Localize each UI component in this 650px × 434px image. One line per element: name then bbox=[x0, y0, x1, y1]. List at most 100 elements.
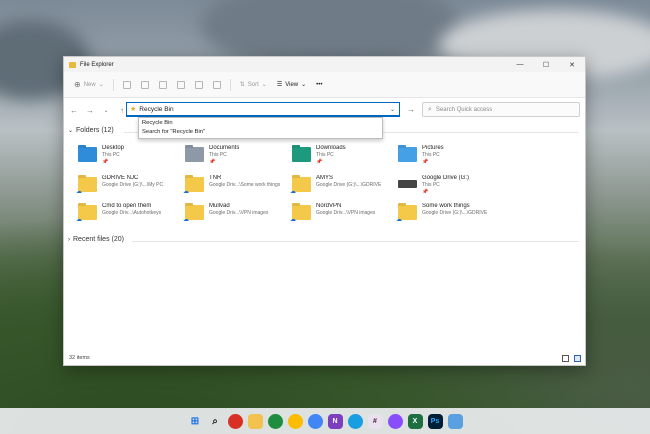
view-button[interactable]: ☰ View ⌄ bbox=[274, 79, 309, 90]
copy-icon bbox=[140, 80, 149, 89]
downloads-folder-icon bbox=[292, 147, 311, 162]
chevron-down-icon: ⌄ bbox=[301, 82, 307, 88]
divider bbox=[112, 78, 114, 91]
rename-icon bbox=[176, 80, 185, 89]
recent-header: Recent files (20) bbox=[73, 236, 124, 243]
folder-item-downloads[interactable]: Downloads This PC 📌 bbox=[292, 145, 397, 169]
recent-locations-icon[interactable]: ⌄ bbox=[101, 107, 111, 114]
item-count: 32 items bbox=[69, 355, 90, 361]
notepad-icon[interactable] bbox=[447, 413, 463, 429]
folder-item-gdrive-njc[interactable]: ☁ GDRIVE NJC Google Drive (G:)\...\My PC bbox=[76, 175, 183, 199]
cloud-folder-icon: ☁ bbox=[396, 205, 417, 223]
desktop-folder-icon bbox=[78, 147, 97, 162]
scissors-icon bbox=[122, 80, 131, 89]
chevron-down-icon[interactable]: ⌄ bbox=[390, 106, 395, 113]
folder-item-desktop[interactable]: Desktop This PC 📌 bbox=[78, 145, 183, 169]
folders-header: Folders (12) bbox=[76, 127, 114, 134]
sort-label: Sort bbox=[247, 81, 259, 88]
new-button[interactable]: ⊕ New ⌄ bbox=[71, 78, 107, 91]
folder-item-tnr[interactable]: ☁ TNR Google Driv...\Some work things bbox=[183, 175, 290, 199]
tiles-view-icon[interactable] bbox=[574, 355, 581, 362]
drive-icon bbox=[398, 180, 417, 188]
folder-item-some-work-things[interactable]: ☁ Some work things Google Drive (G:)\...\… bbox=[396, 203, 503, 227]
documents-folder-icon bbox=[185, 147, 204, 162]
cloud-folder-icon: ☁ bbox=[183, 205, 204, 223]
pictures-folder-icon bbox=[398, 147, 417, 162]
messenger-icon[interactable] bbox=[387, 413, 403, 429]
folder-item-cmd-to-open-them[interactable]: ☁ Cmd to open them Google Driv...\Autohot… bbox=[76, 203, 183, 227]
search-icon[interactable]: ⌕ bbox=[208, 414, 223, 429]
file-explorer-window: File Explorer — ☐ ✕ ⊕ New ⌄ ⇅ Sort ⌄ ☰ V… bbox=[63, 56, 586, 366]
folder-item-pictures[interactable]: Pictures This PC 📌 bbox=[398, 145, 503, 169]
chevron-down-icon: ⌄ bbox=[98, 82, 104, 88]
more-icon: ••• bbox=[316, 81, 323, 88]
share-button[interactable] bbox=[192, 79, 206, 91]
cut-button[interactable] bbox=[120, 79, 134, 91]
address-bar[interactable]: ★ Recycle Bin ⌄ bbox=[126, 102, 400, 117]
chevron-right-icon: › bbox=[68, 236, 70, 243]
cloud-folder-icon: ☁ bbox=[290, 177, 311, 195]
command-bar: ⊕ New ⌄ ⇅ Sort ⌄ ☰ View ⌄ ••• bbox=[64, 72, 585, 98]
address-input[interactable]: Recycle Bin bbox=[139, 106, 173, 113]
folder-item-mullvad[interactable]: ☁ Mullvad Google Driv...\VPN images bbox=[183, 203, 290, 227]
folder-item-nordvpn[interactable]: ☁ NordVPN Google Driv...\VPN images bbox=[290, 203, 397, 227]
suggestion-item[interactable]: Recycle Bin bbox=[142, 119, 379, 128]
sort-icon: ⇅ bbox=[239, 82, 245, 88]
rename-button[interactable] bbox=[174, 79, 188, 91]
new-label: New bbox=[83, 81, 96, 88]
view-toggle bbox=[562, 355, 581, 362]
window-title: File Explorer bbox=[80, 61, 114, 68]
slack-icon[interactable]: # bbox=[367, 413, 383, 429]
windows-start-icon[interactable]: ⊞ bbox=[188, 414, 203, 429]
close-button[interactable]: ✕ bbox=[559, 57, 585, 72]
cloud-folder-icon: ☁ bbox=[183, 177, 204, 195]
details-view-icon[interactable] bbox=[562, 355, 569, 362]
view-label: View bbox=[285, 81, 299, 88]
chevron-down-icon: ⌄ bbox=[261, 82, 267, 88]
cloud-folder-icon: ☁ bbox=[76, 205, 97, 223]
paste-icon bbox=[158, 80, 167, 89]
divider bbox=[132, 241, 579, 242]
copy-button[interactable] bbox=[138, 79, 152, 91]
edge-icon[interactable] bbox=[347, 413, 363, 429]
chrome-icon[interactable] bbox=[287, 413, 303, 429]
photoshop-icon[interactable]: Ps bbox=[427, 413, 443, 429]
folder-item-amys[interactable]: ☁ AMYS Google Drive (G:)\...\GDRIVE bbox=[290, 175, 397, 199]
excel-icon[interactable]: X bbox=[407, 413, 423, 429]
forward-arrow-icon[interactable]: → bbox=[85, 106, 95, 115]
paste-button[interactable] bbox=[156, 79, 170, 91]
cloud-folder-icon: ☁ bbox=[76, 177, 97, 195]
title-bar: File Explorer — ☐ ✕ bbox=[64, 57, 585, 72]
plus-icon: ⊕ bbox=[74, 80, 81, 89]
chrome-icon[interactable] bbox=[267, 413, 283, 429]
cloud-folder-icon: ☁ bbox=[290, 205, 311, 223]
chevron-down-icon: ⌄ bbox=[68, 128, 74, 134]
taskbar: ⊞ ⌕ N # X Ps bbox=[0, 408, 650, 434]
delete-button[interactable] bbox=[210, 79, 224, 91]
sort-button[interactable]: ⇅ Sort ⌄ bbox=[237, 79, 270, 90]
more-options-button[interactable]: ••• bbox=[313, 80, 325, 90]
trash-icon bbox=[212, 80, 221, 89]
address-suggestions: Recycle Bin Search for "Recycle Bin" bbox=[138, 117, 383, 139]
back-arrow-icon[interactable]: ← bbox=[69, 106, 79, 115]
chrome-icon[interactable] bbox=[307, 413, 323, 429]
search-box[interactable]: ⌕ Search Quick access bbox=[422, 102, 580, 117]
folder-item-documents[interactable]: Documents This PC 📌 bbox=[185, 145, 290, 169]
file-explorer-icon[interactable] bbox=[247, 413, 263, 429]
folder-item-google-drive[interactable]: Google Drive (G:) This PC 📌 bbox=[398, 175, 503, 199]
search-placeholder: Search Quick access bbox=[435, 106, 493, 113]
maximize-button[interactable]: ☐ bbox=[533, 57, 559, 72]
recent-files-section-header[interactable]: › Recent files (20) bbox=[68, 236, 124, 243]
folders-section-header[interactable]: ⌄ Folders (12) bbox=[68, 127, 114, 134]
folder-icon bbox=[69, 61, 76, 68]
share-icon bbox=[194, 80, 203, 89]
onenote-icon[interactable]: N bbox=[327, 413, 343, 429]
view-icon: ☰ bbox=[276, 82, 283, 88]
divider bbox=[229, 78, 231, 91]
suggestion-item[interactable]: Search for "Recycle Bin" bbox=[142, 128, 379, 137]
star-icon: ★ bbox=[130, 106, 137, 113]
go-arrow-icon[interactable]: → bbox=[407, 105, 415, 114]
chrome-icon[interactable] bbox=[227, 413, 243, 429]
minimize-button[interactable]: — bbox=[507, 57, 533, 72]
search-icon: ⌕ bbox=[428, 105, 432, 113]
